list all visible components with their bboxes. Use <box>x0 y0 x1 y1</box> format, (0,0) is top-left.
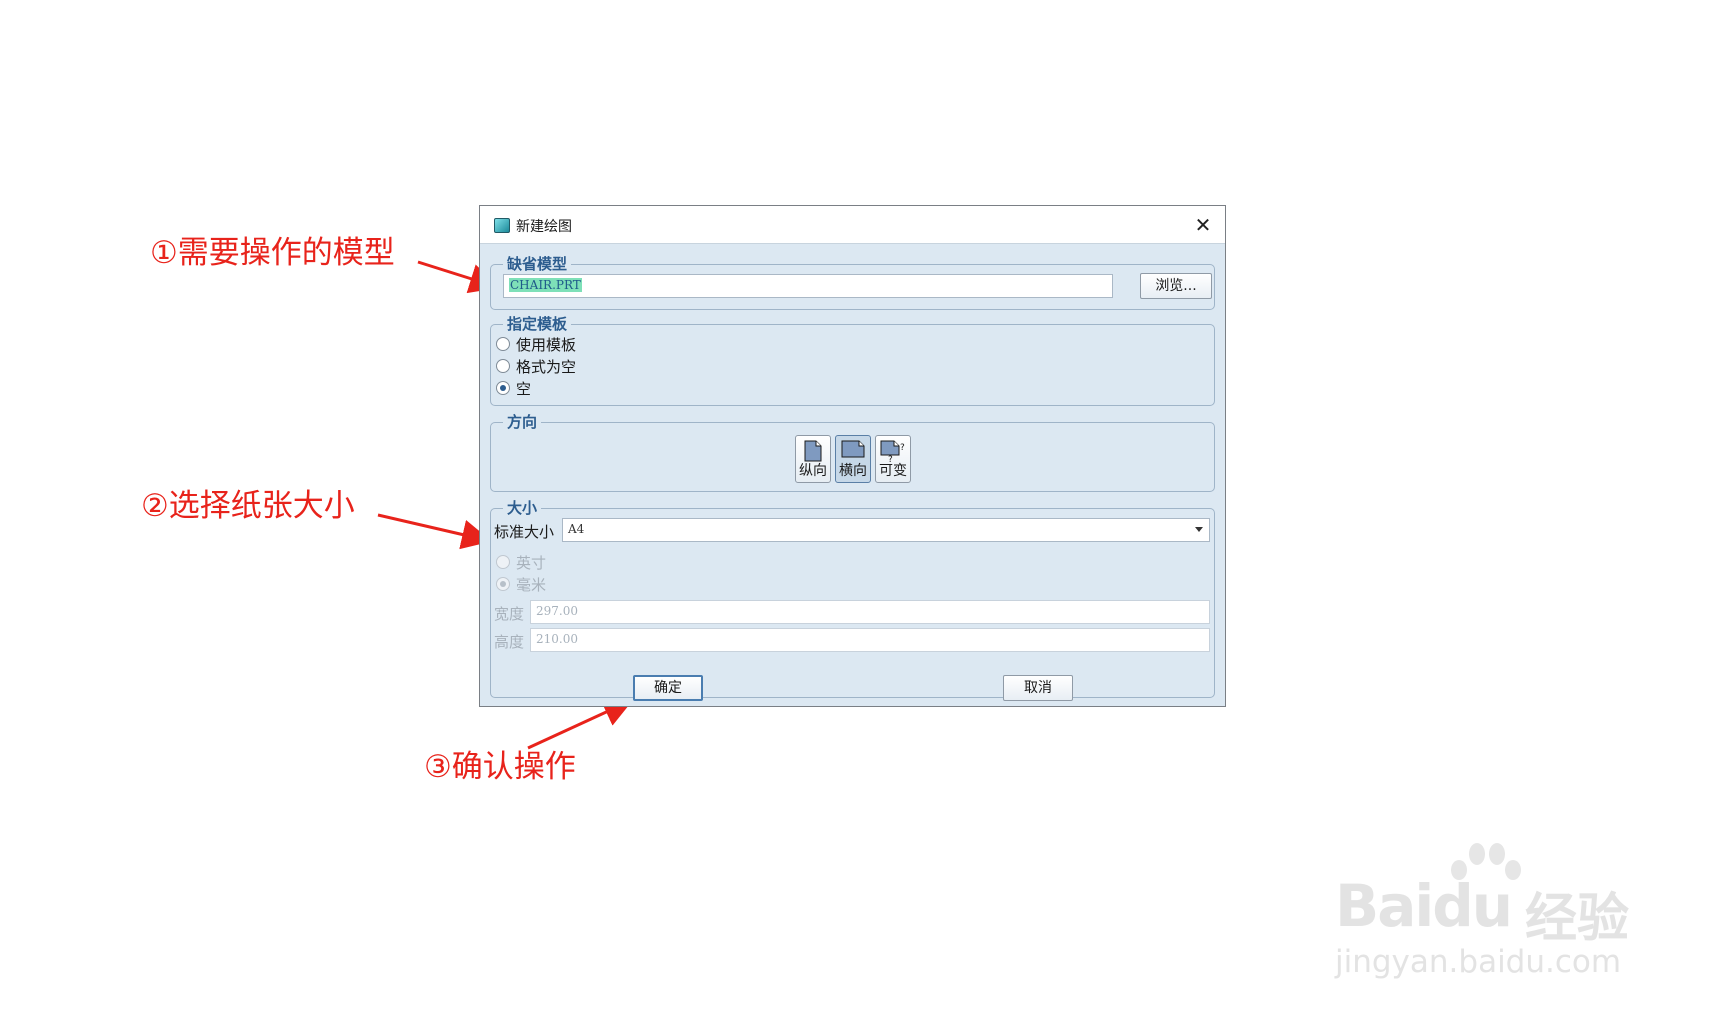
portrait-page-icon <box>804 440 822 462</box>
orientation-legend: 方向 <box>503 413 542 431</box>
option-label: 空 <box>516 380 532 398</box>
template-group: 指定模板 <box>490 315 1215 406</box>
height-label: 高度 <box>494 633 525 651</box>
landscape-page-icon <box>841 440 865 458</box>
height-input[interactable]: 210.00 <box>530 628 1210 652</box>
default-model-input[interactable]: CHAIR.PRT <box>503 274 1113 298</box>
arrow-step3 <box>527 698 634 750</box>
size-legend: 大小 <box>503 499 542 517</box>
dialog-title: 新建绘图 <box>516 219 572 235</box>
variable-page-icon: ? ? <box>880 440 905 462</box>
landscape-label: 横向 <box>839 463 867 479</box>
standard-size-label: 标准大小 <box>494 523 555 541</box>
option-label: 使用模板 <box>516 336 577 354</box>
orientation-portrait-button[interactable]: 纵向 <box>795 435 831 483</box>
orientation-variable-button[interactable]: ? ? 可变 <box>875 435 911 483</box>
radio-icon <box>496 555 510 569</box>
arrow-step2 <box>377 513 492 550</box>
unit-option-inch[interactable]: 英寸 <box>496 552 546 573</box>
option-label: 英寸 <box>516 554 547 572</box>
standard-size-value: A4 <box>568 522 585 536</box>
width-input[interactable]: 297.00 <box>530 600 1210 624</box>
template-option-empty[interactable]: 空 <box>496 378 531 399</box>
orientation-landscape-button[interactable]: 横向 <box>835 435 871 483</box>
ok-button[interactable]: 确定 <box>633 675 703 701</box>
radio-icon <box>496 337 510 351</box>
title-bar: 新建绘图 ✕ <box>480 206 1225 244</box>
watermark-url: jingyan.baidu.com <box>1335 944 1622 980</box>
cancel-button[interactable]: 取消 <box>1003 675 1073 701</box>
radio-checked-icon <box>496 381 510 395</box>
close-icon[interactable]: ✕ <box>1189 211 1217 239</box>
standard-size-select[interactable]: A4 <box>562 518 1210 542</box>
browse-button[interactable]: 浏览... <box>1140 273 1212 299</box>
width-label: 宽度 <box>494 605 525 623</box>
template-legend: 指定模板 <box>503 315 572 333</box>
template-option-empty-format[interactable]: 格式为空 <box>496 356 576 377</box>
chevron-down-icon[interactable] <box>1195 527 1203 532</box>
watermark-logo: Baidu <box>1335 872 1513 940</box>
new-drawing-dialog: 新建绘图 ✕ 缺省模型 CHAIR.PRT 浏览... 指定模板 使用模板 格式… <box>479 205 1226 707</box>
default-model-value: CHAIR.PRT <box>509 278 582 292</box>
option-label: 毫米 <box>516 576 547 594</box>
radio-checked-icon <box>496 577 510 591</box>
template-option-use-template[interactable]: 使用模板 <box>496 334 576 355</box>
option-label: 格式为空 <box>516 358 577 376</box>
watermark-brand: 经验 <box>1525 889 1630 949</box>
annotation-step1: ①需要操作的模型 <box>150 235 395 271</box>
annotation-step2: ②选择纸张大小 <box>141 488 355 524</box>
default-model-legend: 缺省模型 <box>503 255 572 273</box>
app-icon <box>494 218 510 233</box>
variable-label: 可变 <box>879 463 907 479</box>
annotation-step3: ③确认操作 <box>424 749 576 785</box>
portrait-label: 纵向 <box>799 463 827 479</box>
svg-text:?: ? <box>900 443 905 453</box>
unit-option-mm[interactable]: 毫米 <box>496 574 546 595</box>
radio-icon <box>496 359 510 373</box>
